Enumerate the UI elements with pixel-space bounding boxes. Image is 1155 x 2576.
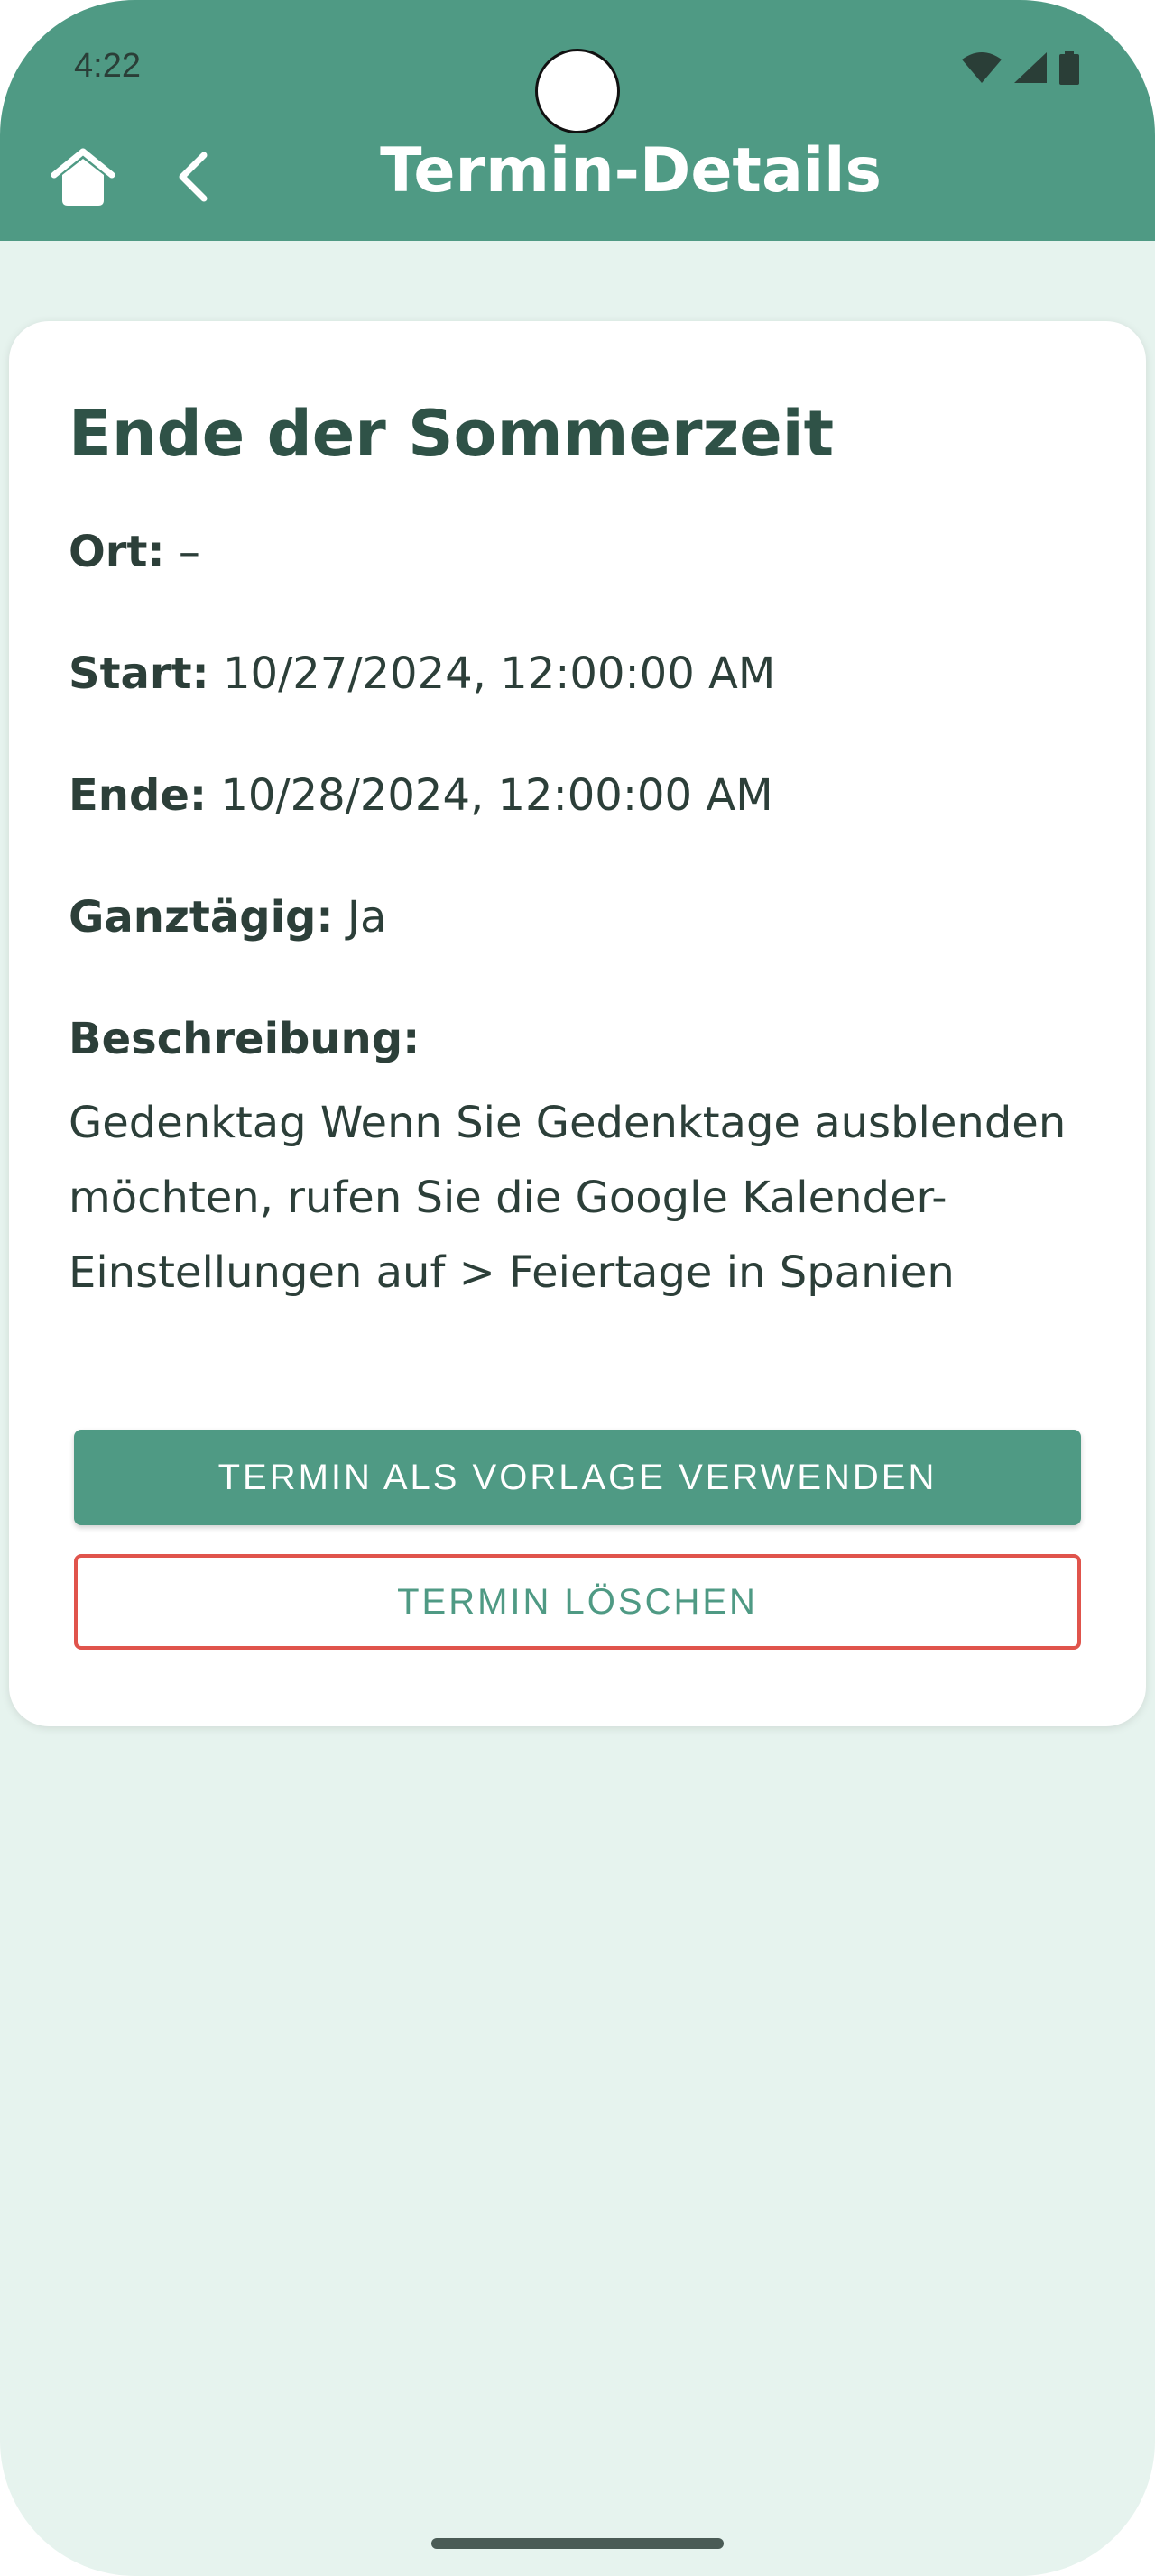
app-screen: 4:22 Termin-Details Ende der Sommerzeit … <box>0 0 1155 2576</box>
status-time: 4:22 <box>74 47 141 85</box>
location-label: Ort: <box>69 527 165 577</box>
start-value: 10/27/2024, 12:00:00 AM <box>222 649 776 699</box>
location-row: Ort: – <box>69 527 200 577</box>
end-label: Ende: <box>69 770 208 821</box>
signal-icon <box>1014 52 1047 83</box>
description-text: Gedenktag Wenn Sie Gedenktage ausblenden… <box>69 1098 1067 1298</box>
start-label: Start: <box>69 649 209 699</box>
app-header: 4:22 Termin-Details <box>0 0 1155 241</box>
start-row: Start: 10/27/2024, 12:00:00 AM <box>69 649 775 699</box>
wifi-icon <box>962 52 1002 83</box>
status-icons <box>962 51 1079 85</box>
delete-event-button[interactable]: TERMIN LÖSCHEN <box>74 1554 1081 1650</box>
battery-icon <box>1059 51 1079 85</box>
event-details-card: Ende der Sommerzeit Ort: – Start: 10/27/… <box>9 321 1146 1726</box>
end-value: 10/28/2024, 12:00:00 AM <box>220 770 773 821</box>
page-title: Termin-Details <box>380 135 882 207</box>
use-as-template-button[interactable]: TERMIN ALS VORLAGE VERWENDEN <box>74 1430 1081 1525</box>
home-indicator[interactable] <box>431 2538 724 2549</box>
allday-row: Ganztägig: Ja <box>69 892 386 943</box>
allday-label: Ganztägig: <box>69 892 334 943</box>
event-title: Ende der Sommerzeit <box>69 397 835 471</box>
description-label: Beschreibung: <box>69 1014 420 1064</box>
end-row: Ende: 10/28/2024, 12:00:00 AM <box>69 770 773 821</box>
location-value: – <box>178 527 200 577</box>
allday-value: Ja <box>346 892 387 943</box>
camera-cutout <box>535 49 620 133</box>
